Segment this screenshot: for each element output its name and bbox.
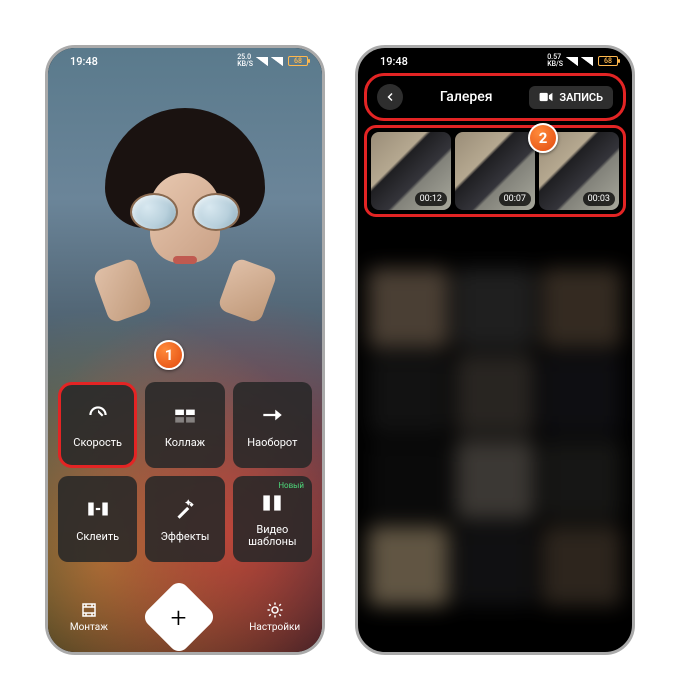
phone-screen-2: 19:48 0.57KB/S 68 Галерея ЗАПИСЬ 2 00:12… bbox=[355, 45, 635, 655]
status-right: 0.57KB/S 68 bbox=[547, 54, 618, 68]
nav-montage[interactable]: Монтаж bbox=[70, 601, 108, 633]
back-button[interactable] bbox=[377, 84, 403, 110]
signal-icon bbox=[566, 57, 578, 66]
tool-label: Эффекты bbox=[160, 530, 209, 543]
battery-icon: 68 bbox=[598, 56, 618, 66]
speedometer-icon bbox=[85, 402, 111, 428]
record-label: ЗАПИСЬ bbox=[559, 91, 603, 104]
clock: 19:48 bbox=[380, 55, 408, 68]
collage-icon bbox=[172, 402, 198, 428]
bottom-nav: Монтаж + Настройки bbox=[48, 590, 322, 644]
duration-badge: 00:12 bbox=[415, 192, 447, 206]
gear-icon bbox=[266, 601, 284, 619]
add-button[interactable]: + bbox=[140, 579, 216, 655]
blurred-gallery bbox=[368, 268, 622, 642]
battery-icon: 68 bbox=[288, 56, 308, 66]
duration-badge: 00:07 bbox=[499, 192, 531, 206]
signal-icon bbox=[256, 57, 268, 66]
step-badge-1: 1 bbox=[154, 340, 184, 370]
tool-speed[interactable]: Скорость bbox=[58, 382, 137, 468]
tool-templates[interactable]: Новый Видео шаблоны bbox=[233, 476, 312, 562]
new-badge: Новый bbox=[274, 480, 308, 491]
phone-screen-1: 19:48 25.0KB/S 68 1 Скорость Коллаж Наоб… bbox=[45, 45, 325, 655]
signal-icon bbox=[581, 57, 593, 66]
duration-badge: 00:03 bbox=[583, 192, 615, 206]
status-right: 25.0KB/S 68 bbox=[237, 54, 308, 68]
video-thumbnail[interactable]: 00:12 bbox=[371, 132, 451, 210]
tool-merge[interactable]: Склеить bbox=[58, 476, 137, 562]
tool-effects[interactable]: Эффекты bbox=[145, 476, 224, 562]
net-speed: 0.57KB/S bbox=[547, 54, 563, 68]
net-speed: 25.0KB/S bbox=[237, 54, 253, 68]
tool-label: Видео шаблоны bbox=[233, 524, 312, 548]
tool-label: Коллаж bbox=[165, 436, 205, 449]
film-icon bbox=[80, 601, 98, 619]
header-highlight: Галерея ЗАПИСЬ bbox=[364, 73, 626, 121]
nav-settings[interactable]: Настройки bbox=[249, 601, 300, 633]
record-button[interactable]: ЗАПИСЬ bbox=[529, 86, 613, 109]
tool-grid: Скорость Коллаж Наоборот Склеить Эффекты… bbox=[48, 382, 322, 562]
nav-label: Настройки bbox=[249, 622, 300, 633]
templates-icon bbox=[259, 490, 285, 516]
tool-reverse[interactable]: Наоборот bbox=[233, 382, 312, 468]
chevron-left-icon bbox=[384, 91, 396, 103]
camera-icon bbox=[539, 92, 553, 102]
nav-label: Монтаж bbox=[70, 622, 108, 633]
status-bar: 19:48 25.0KB/S 68 bbox=[48, 48, 322, 70]
wallpaper-figure bbox=[85, 108, 285, 368]
page-title: Галерея bbox=[440, 89, 493, 105]
tool-collage[interactable]: Коллаж bbox=[145, 382, 224, 468]
video-thumbnail[interactable]: 00:07 bbox=[455, 132, 535, 210]
magic-wand-icon bbox=[172, 496, 198, 522]
arrow-right-icon bbox=[259, 402, 285, 428]
status-bar: 19:48 0.57KB/S 68 bbox=[358, 48, 632, 70]
merge-icon bbox=[85, 496, 111, 522]
video-thumbnails-highlight: 00:12 00:07 00:03 bbox=[364, 125, 626, 217]
step-badge-2: 2 bbox=[528, 123, 558, 153]
gallery-header: Галерея ЗАПИСЬ bbox=[367, 76, 623, 118]
tool-label: Склеить bbox=[76, 530, 119, 543]
tool-label: Наоборот bbox=[247, 436, 297, 449]
clock: 19:48 bbox=[70, 55, 98, 68]
tool-label: Скорость bbox=[73, 436, 122, 449]
signal-icon bbox=[271, 57, 283, 66]
